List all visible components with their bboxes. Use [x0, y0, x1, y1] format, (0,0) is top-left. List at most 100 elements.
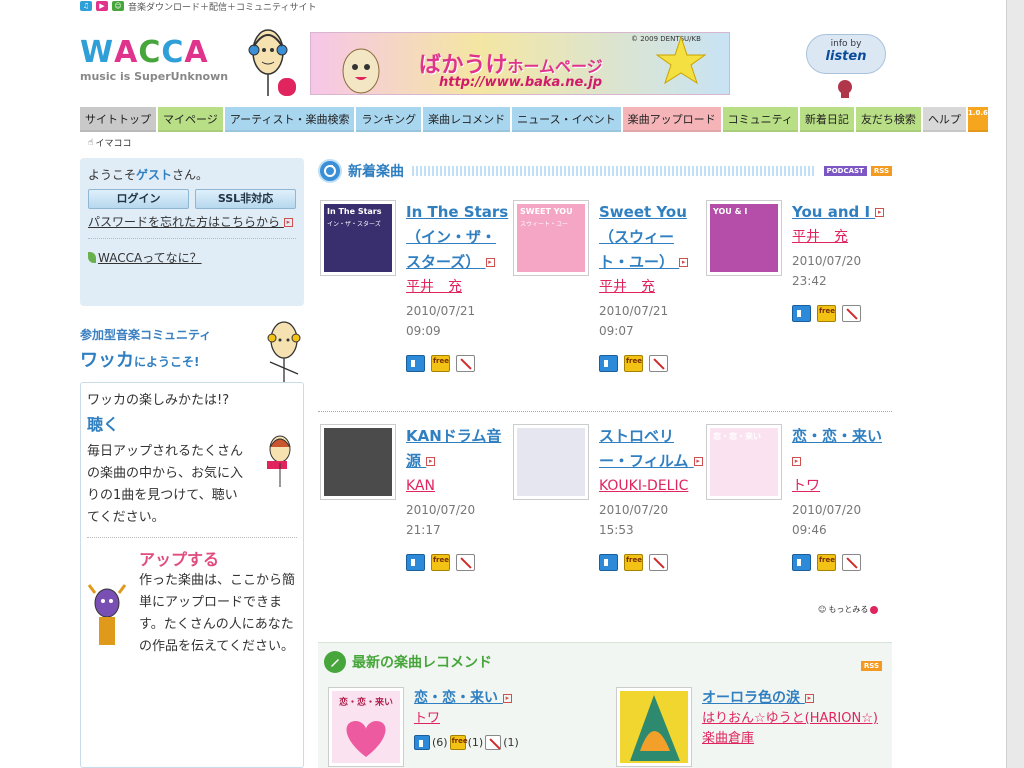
- artist-link[interactable]: 平井 充: [599, 275, 703, 299]
- listen-mascot-icon: [838, 80, 852, 98]
- recommend-artist[interactable]: トワ: [414, 709, 594, 729]
- upload-mascot-icon: [87, 584, 127, 645]
- listen-icon[interactable]: [599, 355, 618, 372]
- arrow-right-icon: [870, 605, 879, 614]
- play-icon: ▸: [792, 457, 801, 466]
- header-stripe: [412, 166, 816, 176]
- free-icon[interactable]: [624, 355, 643, 372]
- banner-url: http://www.baka.ne.jp: [439, 75, 603, 90]
- how-to-enjoy-panel: ワッカの楽しみかたは!? 聴く 毎日アップされるたくさんの楽曲の中から、お気に入…: [80, 382, 304, 768]
- what-is-wacca-link[interactable]: WACCAってなに？: [88, 249, 296, 266]
- nav-item[interactable]: ヘルプ: [922, 106, 966, 132]
- listen-icon[interactable]: [406, 554, 425, 571]
- new-songs-header: 新着楽曲 PODCAST RSS: [318, 158, 892, 184]
- forgot-password-link[interactable]: パスワードを忘れた方はこちらから ▸: [88, 213, 296, 232]
- recommend-song-title[interactable]: オーロラ色の涙 ▸: [702, 687, 882, 709]
- listen-japan-badge[interactable]: info by listen: [806, 34, 886, 74]
- recommend-artist[interactable]: はりおん☆ゆうと(HARION☆)楽曲倉庫: [702, 709, 882, 749]
- recommend-thumbnail[interactable]: 恋・恋・来い: [328, 687, 404, 767]
- song-title-link[interactable]: Sweet You（スウィート・ユー） ▸: [599, 200, 703, 275]
- community-welcome: 参加型音楽コミュニティ ワッカにようこそ!: [80, 326, 260, 372]
- song-thumbnail[interactable]: [513, 424, 589, 500]
- thumb-subcaption: イン・ザ・スターズ: [327, 221, 381, 228]
- free-icon[interactable]: [431, 355, 450, 372]
- listen-description: 毎日アップされるたくさんの楽曲の中から、お気に入りの1曲を見つけて、聴いてくださ…: [87, 444, 244, 525]
- song-thumbnail[interactable]: 恋・恋・来い: [706, 424, 782, 500]
- nav-item[interactable]: 楽曲レコメンド: [423, 106, 511, 132]
- leaf-icon: [88, 252, 96, 263]
- download-icon[interactable]: [456, 355, 475, 372]
- song-thumbnail[interactable]: [320, 424, 396, 500]
- nav-item[interactable]: 新着日記: [799, 106, 854, 132]
- free-icon[interactable]: [817, 305, 836, 322]
- song-title-link[interactable]: ストロベリー・フィルム ▸: [599, 424, 703, 474]
- download-icon[interactable]: [842, 305, 861, 322]
- artist-link[interactable]: トワ: [792, 474, 896, 498]
- recommend-thumbnail[interactable]: [616, 687, 692, 767]
- nav-item[interactable]: マイページ: [158, 106, 223, 132]
- logo-wordmark: WACCA: [80, 35, 208, 70]
- window-scrollbar[interactable]: [1006, 0, 1024, 768]
- tagline-text: 音楽ダウンロード＋配信＋コミュニティサイト: [128, 2, 317, 13]
- recommend-item[interactable]: オーロラ色の涙 ▸ はりおん☆ゆうと(HARION☆)楽曲倉庫: [616, 687, 886, 768]
- artist-link[interactable]: 平井 充: [406, 275, 510, 299]
- download-icon[interactable]: [456, 554, 475, 571]
- howto-question: ワッカの楽しみかたは!?: [87, 393, 230, 408]
- rss-badge[interactable]: RSS: [870, 166, 892, 176]
- refresh-icon: [318, 159, 342, 183]
- download-icon[interactable]: [485, 735, 502, 750]
- listen-icon[interactable]: [406, 355, 425, 372]
- free-icon[interactable]: [817, 554, 836, 571]
- nav-item[interactable]: ニュース・イベント: [512, 106, 621, 132]
- download-icon[interactable]: [649, 554, 668, 571]
- download-icon[interactable]: [649, 355, 668, 372]
- song-title-link[interactable]: 恋・恋・来い ▸: [792, 424, 896, 474]
- nav-item[interactable]: ランキング: [356, 106, 422, 132]
- listen-icon[interactable]: [599, 554, 618, 571]
- current-location-indicator: ☝ イマココ: [88, 136, 132, 150]
- play-icon: ▸: [875, 208, 885, 217]
- nav-item[interactable]: コミュニティ: [722, 106, 798, 132]
- song-thumbnail[interactable]: In The Stars イン・ザ・スターズ: [320, 200, 396, 276]
- song-thumbnail[interactable]: YOU & I: [706, 200, 782, 276]
- more-songs-link[interactable]: ☺ もっとみる: [818, 604, 879, 615]
- ssl-login-button[interactable]: SSL非対応: [195, 189, 296, 209]
- wacca-logo[interactable]: WACCA music is SuperUnknown: [80, 36, 230, 86]
- listen-icon[interactable]: [792, 554, 811, 571]
- free-icon[interactable]: [431, 554, 450, 571]
- recommend-rss-badge[interactable]: RSS: [860, 661, 882, 671]
- nav-item[interactable]: 楽曲アップロード: [622, 106, 721, 132]
- nav-item[interactable]: サイトトップ: [80, 106, 156, 132]
- artist-link[interactable]: KAN: [406, 474, 510, 498]
- song-title-link[interactable]: In The Stars（イン・ザ・スターズ） ▸: [406, 200, 510, 275]
- baka-uke-banner[interactable]: ばかうけホームページ http://www.baka.ne.jp © 2009 …: [310, 32, 730, 95]
- download-count: (1): [503, 736, 519, 749]
- guest-name: ゲスト: [136, 168, 173, 182]
- free-icon[interactable]: [449, 735, 468, 750]
- login-button[interactable]: ログイン: [88, 189, 189, 209]
- podcast-badge[interactable]: PODCAST: [823, 166, 867, 176]
- artist-link[interactable]: 平井 充: [792, 225, 896, 249]
- nav-item[interactable]: アーティスト・楽曲検索: [224, 106, 355, 132]
- song-title-link[interactable]: You and I ▸: [792, 200, 896, 225]
- play-icon: ▸: [485, 258, 495, 267]
- recommend-title: 最新の楽曲レコメンド: [352, 655, 492, 671]
- song-time: 21:17: [406, 523, 441, 537]
- song-card: In The Stars イン・ザ・スターズ In The Stars（イン・ザ・ス…: [320, 200, 510, 400]
- song-title-link[interactable]: KANドラム音源 ▸: [406, 424, 510, 474]
- mascot-headphones-icon: [248, 29, 296, 96]
- song-thumbnail[interactable]: SWEET YOU スウィート・ユー: [513, 200, 589, 276]
- listen-icon[interactable]: [414, 735, 430, 750]
- nav-item[interactable]: 友だち検索: [855, 106, 921, 132]
- face-icon: ☺: [818, 605, 827, 614]
- listen-icon[interactable]: [792, 305, 811, 322]
- login-panel: ようこそゲストさん。 ログイン SSL非対応 パスワードを忘れた方はこちらから …: [80, 158, 304, 306]
- artist-link[interactable]: KOUKI-DELIC: [599, 474, 703, 498]
- listen-heading: 聴く: [87, 415, 120, 434]
- recommend-song-title[interactable]: 恋・恋・来い ▸: [414, 687, 594, 709]
- free-icon[interactable]: [624, 554, 643, 571]
- song-time: 23:42: [792, 274, 827, 288]
- recommend-item[interactable]: 恋・恋・来い 恋・恋・来い ▸ トワ (6) (1) (1): [328, 687, 588, 768]
- download-icon[interactable]: [842, 554, 861, 571]
- thumb-caption: SWEET YOU: [520, 207, 573, 216]
